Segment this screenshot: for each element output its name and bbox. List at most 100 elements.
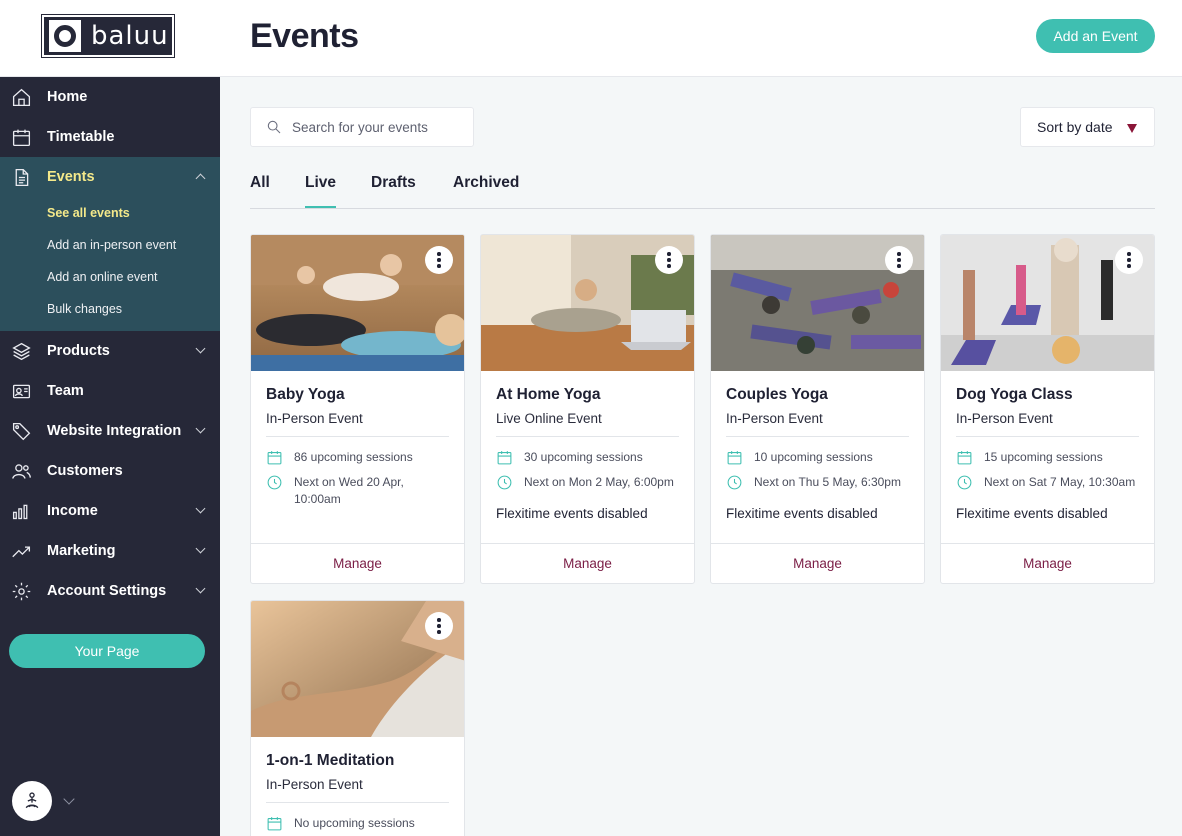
event-image[interactable] <box>941 235 1154 371</box>
chevron-up-icon <box>195 173 206 184</box>
clock-icon <box>497 475 512 490</box>
event-image[interactable] <box>711 235 924 371</box>
next-session: Next on Sat 7 May, 10:30am <box>984 475 1136 489</box>
sidebar-item-events[interactable]: Events <box>0 157 220 197</box>
event-card: Baby Yoga In-Person Event 86 upcoming se… <box>250 234 465 584</box>
event-title: Baby Yoga <box>266 386 345 403</box>
logo-text: baluu <box>91 21 169 51</box>
next-session: Next on Thu 5 May, 6:30pm <box>754 475 901 489</box>
events-nav-group: Events See all events Add an in-person e… <box>0 157 220 331</box>
tab-live[interactable]: Live <box>305 174 337 208</box>
event-image[interactable] <box>251 235 464 371</box>
upcoming-sessions: 15 upcoming sessions <box>984 450 1103 464</box>
manage-button[interactable]: Manage <box>251 543 464 583</box>
logo-mark-icon <box>49 20 81 52</box>
event-card: Couples Yoga In-Person Event 10 upcoming… <box>710 234 925 584</box>
event-title: Couples Yoga <box>726 386 828 403</box>
gear-icon <box>10 580 32 602</box>
tab-all[interactable]: All <box>250 174 270 208</box>
meditation-icon <box>25 792 39 809</box>
calendar-icon <box>497 451 512 465</box>
subitem-add-online-event[interactable]: Add an online event <box>0 261 220 293</box>
sidebar-item-marketing[interactable]: Marketing <box>0 531 220 571</box>
search-box <box>250 107 474 147</box>
next-session: Next on Mon 2 May, 6:00pm <box>524 475 674 489</box>
calendar-icon <box>267 817 282 831</box>
flexitime-status: Flexitime events disabled <box>956 506 1108 521</box>
event-image[interactable] <box>251 601 464 737</box>
subitem-bulk-changes[interactable]: Bulk changes <box>0 293 220 325</box>
trend-icon <box>10 540 32 562</box>
search-input[interactable] <box>292 119 462 135</box>
more-options-icon[interactable] <box>425 612 453 640</box>
sort-dropdown[interactable]: Sort by date <box>1020 107 1155 147</box>
sidebar-item-label: Team <box>47 383 84 399</box>
flexitime-status: Flexitime events disabled <box>496 506 648 521</box>
page-header: Events Add an Event <box>220 0 1182 77</box>
sidebar-item-label: Products <box>47 343 110 359</box>
page-title: Events <box>250 17 359 55</box>
event-type: Live Online Event <box>496 411 679 437</box>
sidebar-item-team[interactable]: Team <box>0 371 220 411</box>
calendar-icon <box>957 451 972 465</box>
event-card: Dog Yoga Class In-Person Event 15 upcomi… <box>940 234 1155 584</box>
sidebar-item-home[interactable]: Home <box>0 77 220 117</box>
sidebar-item-account-settings[interactable]: Account Settings <box>0 571 220 611</box>
upcoming-sessions: 10 upcoming sessions <box>754 450 873 464</box>
sidebar-item-label: Account Settings <box>47 583 167 599</box>
chevron-down-icon <box>195 543 206 554</box>
more-options-icon[interactable] <box>1115 246 1143 274</box>
add-event-button[interactable]: Add an Event <box>1036 19 1155 53</box>
caret-down-icon <box>1127 124 1137 133</box>
tab-drafts[interactable]: Drafts <box>371 174 416 208</box>
layers-icon <box>10 340 32 362</box>
clock-icon <box>727 475 742 490</box>
subitem-add-in-person-event[interactable]: Add an in-person event <box>0 229 220 261</box>
bar-chart-icon <box>10 500 32 522</box>
sidebar-item-label: Marketing <box>47 543 116 559</box>
sidebar-item-timetable[interactable]: Timetable <box>0 117 220 157</box>
flexitime-status: Flexitime events disabled <box>726 506 878 521</box>
clock-icon <box>267 475 282 490</box>
more-options-icon[interactable] <box>885 246 913 274</box>
chevron-down-icon[interactable] <box>63 793 75 805</box>
subitem-see-all-events[interactable]: See all events <box>0 197 220 229</box>
sort-label: Sort by date <box>1037 119 1113 135</box>
sidebar-item-products[interactable]: Products <box>0 331 220 371</box>
more-options-icon[interactable] <box>425 246 453 274</box>
sidebar-item-website-integration[interactable]: Website Integration <box>0 411 220 451</box>
clock-icon <box>957 475 972 490</box>
chevron-down-icon <box>195 503 206 514</box>
upcoming-sessions: No upcoming sessions <box>294 816 415 830</box>
event-card: 1-on-1 Meditation In-Person Event No upc… <box>250 600 465 836</box>
your-page-button[interactable]: Your Page <box>9 634 205 668</box>
sidebar-item-label: Customers <box>47 463 123 479</box>
calendar-icon <box>10 126 32 148</box>
manage-button[interactable]: Manage <box>481 543 694 583</box>
manage-button[interactable]: Manage <box>941 543 1154 583</box>
event-type: In-Person Event <box>266 777 449 803</box>
sidebar-item-customers[interactable]: Customers <box>0 451 220 491</box>
calendar-icon <box>267 451 282 465</box>
sidebar-item-label: Income <box>47 503 98 519</box>
tab-archived[interactable]: Archived <box>453 174 519 208</box>
event-image[interactable] <box>481 235 694 371</box>
events-submenu: See all events Add an in-person event Ad… <box>0 197 220 331</box>
more-options-icon[interactable] <box>655 246 683 274</box>
baluu-logo[interactable]: baluu <box>41 14 175 58</box>
upcoming-sessions: 30 upcoming sessions <box>524 450 643 464</box>
sidebar-item-income[interactable]: Income <box>0 491 220 531</box>
document-icon <box>10 166 32 188</box>
chevron-down-icon <box>195 583 206 594</box>
next-session: Next on Wed 20 Apr, 10:00am <box>294 475 404 506</box>
upcoming-sessions: 86 upcoming sessions <box>294 450 413 464</box>
users-icon <box>10 460 32 482</box>
event-title: Dog Yoga Class <box>956 386 1073 403</box>
manage-button[interactable]: Manage <box>711 543 924 583</box>
event-tabs: All Live Drafts Archived <box>250 164 1155 209</box>
event-type: In-Person Event <box>726 411 909 437</box>
user-avatar[interactable] <box>12 781 52 821</box>
sidebar-item-label: Events <box>47 169 95 185</box>
home-icon <box>10 86 32 108</box>
chevron-down-icon <box>195 343 206 354</box>
